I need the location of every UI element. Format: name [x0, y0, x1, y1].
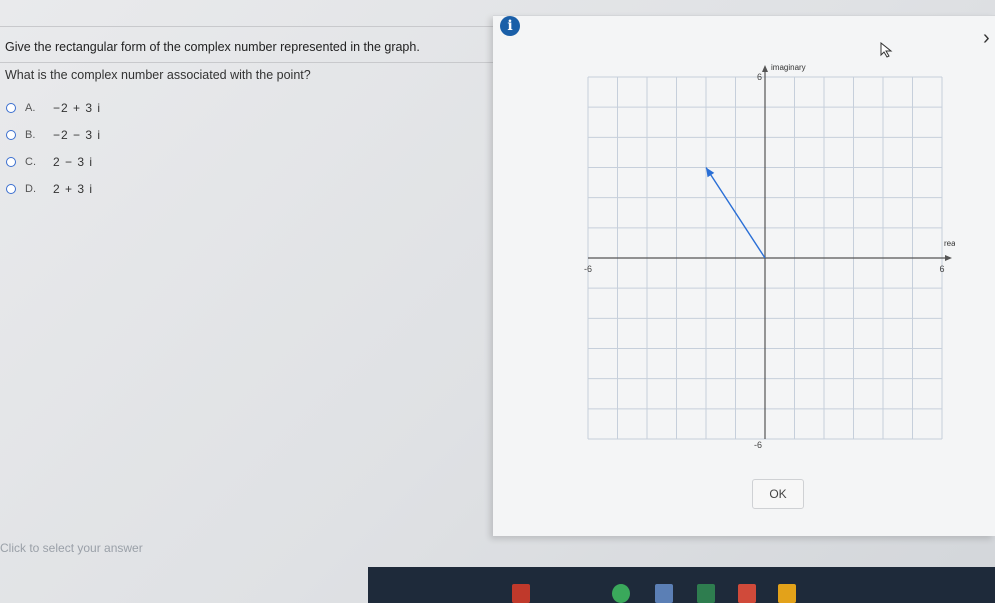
taskbar-app-icon[interactable] — [738, 584, 756, 603]
choice-d[interactable]: D. 2 + 3 i — [6, 175, 101, 202]
x-max-tick-label: 6 — [939, 264, 944, 274]
complex-plane-graph: real imaginary -6 6 -6 6 — [584, 63, 955, 450]
ok-button[interactable]: OK — [752, 479, 804, 509]
taskbar-app-icon[interactable] — [612, 584, 630, 603]
choice-letter: A. — [25, 101, 36, 114]
axes — [588, 65, 952, 439]
taskbar — [368, 567, 995, 603]
radio-d[interactable] — [6, 183, 16, 194]
y-max-tick-label: 6 — [757, 72, 762, 82]
taskbar-app-icon[interactable] — [512, 584, 530, 603]
top-divider — [0, 26, 500, 27]
real-axis-arrow — [945, 255, 952, 261]
taskbar-app-icon[interactable] — [778, 584, 796, 603]
choice-letter: C. — [25, 155, 36, 168]
choice-text: 2 + 3 i — [53, 181, 94, 196]
x-axis-title: real — [944, 239, 955, 248]
choice-a[interactable]: A. −2 + 3 i — [6, 94, 101, 121]
taskbar-app-icon[interactable] — [697, 584, 715, 603]
question-text: Give the rectangular form of the complex… — [5, 40, 420, 54]
select-answer-hint: Click to select your answer — [0, 541, 143, 555]
choice-text: 2 − 3 i — [53, 154, 94, 169]
radio-c[interactable] — [6, 156, 16, 167]
choice-b[interactable]: B. −2 − 3 i — [6, 121, 101, 148]
y-axis-title: imaginary — [771, 63, 806, 72]
choice-c[interactable]: C. 2 − 3 i — [6, 148, 101, 175]
vector-arrowhead — [706, 167, 715, 178]
imaginary-axis-arrow — [762, 65, 768, 72]
answer-choices: A. −2 + 3 i B. −2 − 3 i C. 2 − 3 i D. 2 … — [6, 94, 101, 202]
choice-letter: B. — [25, 128, 36, 141]
choice-letter: D. — [25, 182, 36, 195]
question-divider — [0, 62, 500, 63]
radio-a[interactable] — [6, 102, 16, 113]
radio-b[interactable] — [6, 129, 16, 140]
y-min-tick-label: -6 — [754, 440, 762, 450]
prompt-text: What is the complex number associated wi… — [5, 68, 311, 82]
choice-text: −2 − 3 i — [53, 127, 102, 142]
info-icon[interactable]: i — [500, 16, 520, 36]
x-min-tick-label: -6 — [584, 264, 592, 274]
choice-text: −2 + 3 i — [53, 100, 102, 115]
close-icon[interactable]: › — [983, 27, 990, 50]
taskbar-app-icon[interactable] — [655, 584, 673, 603]
